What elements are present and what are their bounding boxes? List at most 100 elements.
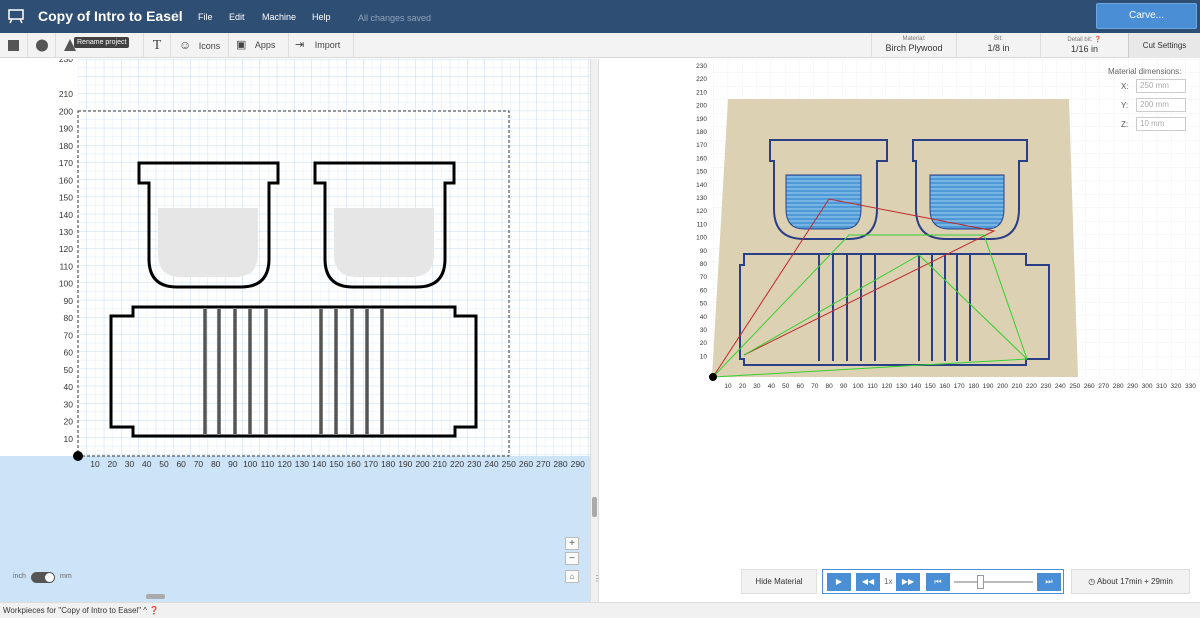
faster-icon[interactable]: ▶▶ bbox=[896, 573, 920, 591]
x-tick-label: 70 bbox=[194, 459, 204, 469]
easel-logo-icon[interactable] bbox=[8, 8, 24, 24]
save-status: All changes saved bbox=[358, 13, 432, 23]
square-tool[interactable] bbox=[0, 33, 28, 58]
x-tick-label: 190 bbox=[398, 459, 412, 469]
panel-divider[interactable]: ⋮ bbox=[590, 59, 601, 602]
rename-tooltip: Rename project bbox=[74, 37, 130, 48]
dim-y-label: Y: bbox=[1121, 101, 1129, 110]
dim-x-label: X: bbox=[1121, 82, 1129, 91]
top-bar: Copy of Intro to Easel ☆ File Edit Machi… bbox=[0, 0, 1200, 33]
y-tick-label: 80 bbox=[64, 313, 74, 323]
preview-y-tick-label: 120 bbox=[696, 208, 707, 215]
help-icon[interactable]: ❓ bbox=[1094, 37, 1101, 43]
preview-x-tick-label: 320 bbox=[1171, 383, 1182, 390]
unit-toggle[interactable] bbox=[31, 572, 55, 583]
x-tick-label: 30 bbox=[125, 459, 135, 469]
x-tick-label: 160 bbox=[347, 459, 361, 469]
dim-z-input[interactable]: 10 mm bbox=[1136, 117, 1186, 131]
text-tool[interactable]: T bbox=[144, 33, 171, 58]
preview-y-tick-label: 60 bbox=[700, 287, 708, 294]
preview-x-tick-label: 30 bbox=[753, 383, 761, 390]
x-axis-ticks: 10 20 30 40 50 60 70 80 90 100 110 120 130 140 150 160 1… bbox=[90, 459, 585, 469]
preview-y-tick-label: 160 bbox=[696, 155, 707, 162]
expand-chevron-icon[interactable]: ^ bbox=[143, 606, 147, 615]
x-tick-label: 250 bbox=[502, 459, 516, 469]
material-selector[interactable]: Material: Birch Plywood bbox=[871, 33, 956, 58]
hide-material-button[interactable]: Hide Material bbox=[741, 569, 817, 594]
x-tick-label: 60 bbox=[176, 459, 186, 469]
workpieces-help-icon[interactable]: ❓ bbox=[149, 606, 159, 615]
bit-value: 1/8 in bbox=[987, 43, 1010, 53]
workpieces-bar[interactable]: Workpieces for "Copy of Intro to Easel" … bbox=[0, 602, 1200, 618]
dim-x-input[interactable]: 250 mm bbox=[1136, 79, 1186, 93]
y-tick-label: 120 bbox=[59, 244, 73, 254]
pocket-left[interactable] bbox=[158, 208, 258, 277]
pocket-toolpath-left bbox=[785, 174, 862, 230]
bit-label: Bit: bbox=[994, 36, 1003, 42]
pocket-right[interactable] bbox=[334, 208, 434, 277]
speed-label: 1x bbox=[884, 577, 893, 586]
y-tick-label: 70 bbox=[64, 330, 74, 340]
circle-tool[interactable] bbox=[28, 33, 56, 58]
menu-file[interactable]: File bbox=[198, 12, 213, 22]
x-tick-label: 130 bbox=[295, 459, 309, 469]
preview-y-tick-label: 80 bbox=[700, 261, 708, 268]
bit-selector[interactable]: Bit: 1/8 in bbox=[956, 33, 1040, 58]
smiley-icon: ☺ bbox=[179, 38, 192, 52]
divider-handle[interactable] bbox=[592, 497, 597, 517]
origin-marker bbox=[73, 451, 83, 461]
zoom-out-button[interactable]: − bbox=[565, 552, 579, 565]
preview-x-tick-label: 10 bbox=[724, 383, 732, 390]
design-grid[interactable]: 2302102001901801701601501401301201101009… bbox=[0, 59, 590, 602]
scrollbar-horizontal[interactable] bbox=[146, 594, 165, 599]
design-canvas[interactable]: 230 210 200 190 180 170 160 150 140 130 120 110 100 9… bbox=[0, 59, 590, 602]
import-button[interactable]: ⇥ Import bbox=[289, 33, 354, 58]
project-title[interactable]: Copy of Intro to Easel bbox=[38, 8, 183, 24]
workpieces-label[interactable]: Workpieces for "Copy of Intro to Easel" bbox=[3, 606, 141, 615]
preview-y-tick-label: 10 bbox=[700, 353, 708, 360]
x-tick-label: 240 bbox=[484, 459, 498, 469]
home-view-icon[interactable]: ⌂ bbox=[565, 570, 579, 583]
detail-bit-selector[interactable]: Detail bit: ❓ 1/16 in bbox=[1040, 33, 1128, 58]
rewind-icon[interactable]: ⏮ bbox=[926, 573, 950, 591]
x-tick-label: 140 bbox=[312, 459, 326, 469]
preview-canvas[interactable]: 2302202102001901801701601501401301201101… bbox=[599, 59, 1200, 602]
preview-y-tick-label: 220 bbox=[696, 76, 707, 83]
favorite-star-icon[interactable]: ☆ bbox=[171, 9, 181, 22]
skip-end-icon[interactable]: ⏭ bbox=[1037, 573, 1061, 591]
icons-button[interactable]: ☺ Icons bbox=[171, 33, 229, 58]
preview-x-tick-label: 160 bbox=[939, 383, 950, 390]
preview-y-tick-label: 200 bbox=[696, 103, 707, 110]
preview-x-tick-label: 250 bbox=[1069, 383, 1080, 390]
preview-x-tick-label: 150 bbox=[925, 383, 936, 390]
dim-y-input[interactable]: 200 mm bbox=[1136, 98, 1186, 112]
preview-x-tick-label: 260 bbox=[1084, 383, 1095, 390]
progress-track[interactable] bbox=[954, 581, 1033, 583]
apps-cube-icon: ▣ bbox=[236, 39, 247, 51]
apps-button[interactable]: ▣ Apps bbox=[229, 33, 289, 58]
preview-x-tick-label: 50 bbox=[782, 383, 790, 390]
zoom-in-button[interactable]: + bbox=[565, 537, 579, 550]
y-tick-label: 10 bbox=[64, 434, 74, 444]
preview-y-tick-label: 150 bbox=[696, 169, 707, 176]
3d-preview[interactable]: 230 220 210 200 190 180 170 160 150 140 130 120 110 1… bbox=[599, 59, 1200, 602]
cut-settings-button[interactable]: Cut Settings bbox=[1128, 33, 1200, 58]
progress-handle[interactable] bbox=[977, 575, 984, 589]
slower-icon[interactable]: ◀◀ bbox=[856, 573, 880, 591]
menu-help[interactable]: Help bbox=[312, 12, 331, 22]
menu-edit[interactable]: Edit bbox=[229, 12, 245, 22]
material-dimensions-label: Material dimensions: bbox=[1108, 67, 1182, 76]
x-tick-label: 230 bbox=[467, 459, 481, 469]
x-tick-label: 210 bbox=[433, 459, 447, 469]
y-tick-label: 230 bbox=[59, 59, 73, 64]
y-tick-label: 130 bbox=[59, 227, 73, 237]
carve-button[interactable]: Carve... bbox=[1096, 3, 1197, 29]
preview-x-axis-ticks: 10 20 30 40 50 60 70 80 90 100 110 120 130 140 150 160 1… bbox=[724, 383, 1196, 390]
menu-machine[interactable]: Machine bbox=[262, 12, 296, 22]
preview-x-tick-label: 230 bbox=[1040, 383, 1051, 390]
play-icon[interactable]: ▶ bbox=[827, 573, 851, 591]
import-label: Import bbox=[314, 40, 341, 50]
x-tick-label: 90 bbox=[228, 459, 238, 469]
unit-inch-label: inch bbox=[13, 573, 26, 580]
preview-x-tick-label: 140 bbox=[910, 383, 921, 390]
